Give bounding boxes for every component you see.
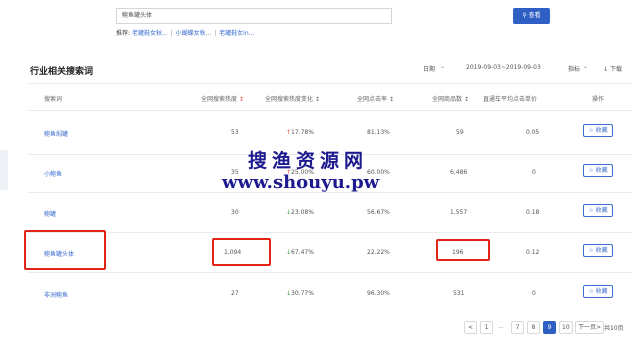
product-count: 1,557 — [450, 209, 468, 216]
star-icon: ☆ — [588, 127, 594, 134]
column-header-label: 全网搜索热度 — [201, 96, 238, 103]
download-icon: ↓ — [603, 66, 609, 73]
column-header-label: 全网搜索热度变化 — [265, 96, 314, 103]
heat-change: ↓30.77% — [286, 290, 314, 297]
date-range[interactable]: 2019-09-03~2019-09-03 — [466, 64, 541, 71]
divider — [28, 83, 632, 84]
favorite-button[interactable]: ☆ 收藏 — [583, 164, 613, 177]
prev-page-button[interactable]: < — [464, 321, 477, 334]
favorite-label: 收藏 — [595, 207, 608, 214]
keyword-link[interactable]: 非洲鲍鱼 — [44, 290, 68, 299]
cpc-value: 0 — [532, 290, 536, 297]
highlight-box — [436, 239, 490, 261]
date-filter[interactable]: 日期 — [423, 64, 435, 73]
heat-value: 30 — [231, 209, 239, 216]
cpc-value: 0 — [532, 169, 536, 176]
cpc-value: 0.12 — [526, 249, 540, 256]
chevron-down-icon[interactable]: ⌄ — [440, 63, 445, 70]
column-header[interactable]: 全网商品数 ↕ — [432, 94, 469, 103]
column-header: 直通车平均点击单价 — [483, 96, 538, 103]
sort-icon: ↕ — [238, 96, 244, 103]
page-button[interactable]: 1 — [480, 321, 493, 334]
star-icon: ☆ — [588, 207, 594, 214]
watermark-url: www.shouyu.pw — [222, 172, 380, 193]
recommend-bar: 推荐: 老罐鞋女秋... | 小蝴蝶女秋... | 老罐鞋女in... — [116, 28, 254, 37]
column-header: 搜索词 — [44, 96, 63, 103]
recommend-link[interactable]: 老罐鞋女in... — [219, 30, 254, 37]
product-count: 59 — [456, 129, 464, 136]
star-icon: ☆ — [588, 288, 594, 295]
heat-value: 27 — [231, 290, 239, 297]
change-value: 23.08% — [291, 209, 314, 216]
column-header[interactable]: 全网搜索热度变化 ↕ — [265, 94, 320, 103]
cpc-value: 0.05 — [526, 129, 540, 136]
favorite-label: 收藏 — [595, 247, 608, 254]
chevron-down-icon[interactable]: ⌄ — [583, 63, 588, 70]
product-count: 6,486 — [450, 169, 468, 176]
heat-change: ↓67.47% — [286, 249, 314, 256]
favorite-button[interactable]: ☆ 收藏 — [583, 124, 613, 137]
section-title: 行业相关搜索词 — [30, 67, 94, 77]
favorite-button[interactable]: ☆ 收藏 — [583, 285, 613, 298]
download-button[interactable]: ↓ 下载 — [603, 64, 622, 73]
sort-icon: ↕ — [463, 96, 469, 103]
cpc-value: 0.18 — [526, 209, 540, 216]
page-button[interactable]: 7 — [511, 321, 524, 334]
change-value: 30.77% — [291, 290, 314, 297]
change-value: 17.78% — [291, 129, 314, 136]
sort-icon: ↕ — [314, 96, 320, 103]
page-button-current[interactable]: 9 — [543, 321, 556, 334]
search-button[interactable]: ⚲ 查看 — [513, 8, 550, 24]
watermark-title: 搜渔资源网 — [248, 150, 369, 172]
column-header-label: 全网点击率 — [357, 96, 388, 103]
search-input[interactable]: 鲍鱼罐头体 — [116, 8, 392, 24]
recommend-separator: | — [170, 30, 173, 37]
star-icon: ☆ — [588, 167, 594, 174]
favorite-button[interactable]: ☆ 收藏 — [583, 244, 613, 257]
metric-filter[interactable]: 指标 — [568, 64, 580, 73]
keyword-link[interactable]: 小鲍鱼 — [44, 169, 62, 178]
column-header: 操作 — [592, 96, 605, 103]
ctr-value: 56.67% — [367, 209, 390, 216]
search-button-label: 查看 — [528, 12, 541, 19]
heat-change: ↓23.08% — [286, 209, 314, 216]
page-total: 共10页 — [604, 325, 624, 332]
chevron-right-icon: > — [596, 324, 602, 331]
favorite-label: 收藏 — [595, 127, 608, 134]
favorite-label: 收藏 — [595, 288, 608, 295]
divider — [28, 110, 632, 111]
favorite-button[interactable]: ☆ 收藏 — [583, 204, 613, 217]
highlight-box — [24, 230, 106, 270]
recommend-link[interactable]: 老罐鞋女秋... — [132, 30, 168, 37]
recommend-link[interactable]: 小蝴蝶女秋... — [176, 30, 212, 37]
search-icon: ⚲ — [522, 12, 527, 19]
keyword-link[interactable]: 鲍罐 — [44, 209, 56, 218]
ctr-value: 22.22% — [367, 249, 390, 256]
page-button[interactable]: 10 — [559, 321, 573, 334]
page-button[interactable]: 8 — [527, 321, 540, 334]
highlight-box — [212, 238, 271, 266]
next-page-label: 下一页 — [578, 324, 597, 331]
favorite-label: 收藏 — [595, 167, 608, 174]
divider — [28, 272, 632, 273]
page-ellipsis: ... — [498, 323, 504, 330]
product-count: 531 — [453, 290, 465, 297]
recommend-label: 推荐: — [116, 30, 131, 37]
next-page-button[interactable]: 下一页> — [575, 321, 605, 334]
divider — [28, 232, 632, 233]
ctr-value: 96.30% — [367, 290, 390, 297]
ctr-value: 81.13% — [367, 129, 390, 136]
column-header-label: 全网商品数 — [432, 96, 463, 103]
heat-value: 53 — [231, 129, 239, 136]
column-header[interactable]: 全网搜索热度 ↕ — [201, 94, 244, 103]
keyword-link[interactable]: 鲍鱼焖罐 — [44, 129, 68, 138]
heat-change: ↑17.78% — [286, 129, 314, 136]
sort-icon: ↕ — [388, 96, 394, 103]
download-label: 下载 — [609, 66, 622, 73]
star-icon: ☆ — [588, 247, 594, 254]
change-value: 67.47% — [291, 249, 314, 256]
column-header[interactable]: 全网点击率 ↕ — [357, 94, 394, 103]
recommend-separator: | — [214, 30, 217, 37]
left-edge-panel — [0, 150, 8, 190]
